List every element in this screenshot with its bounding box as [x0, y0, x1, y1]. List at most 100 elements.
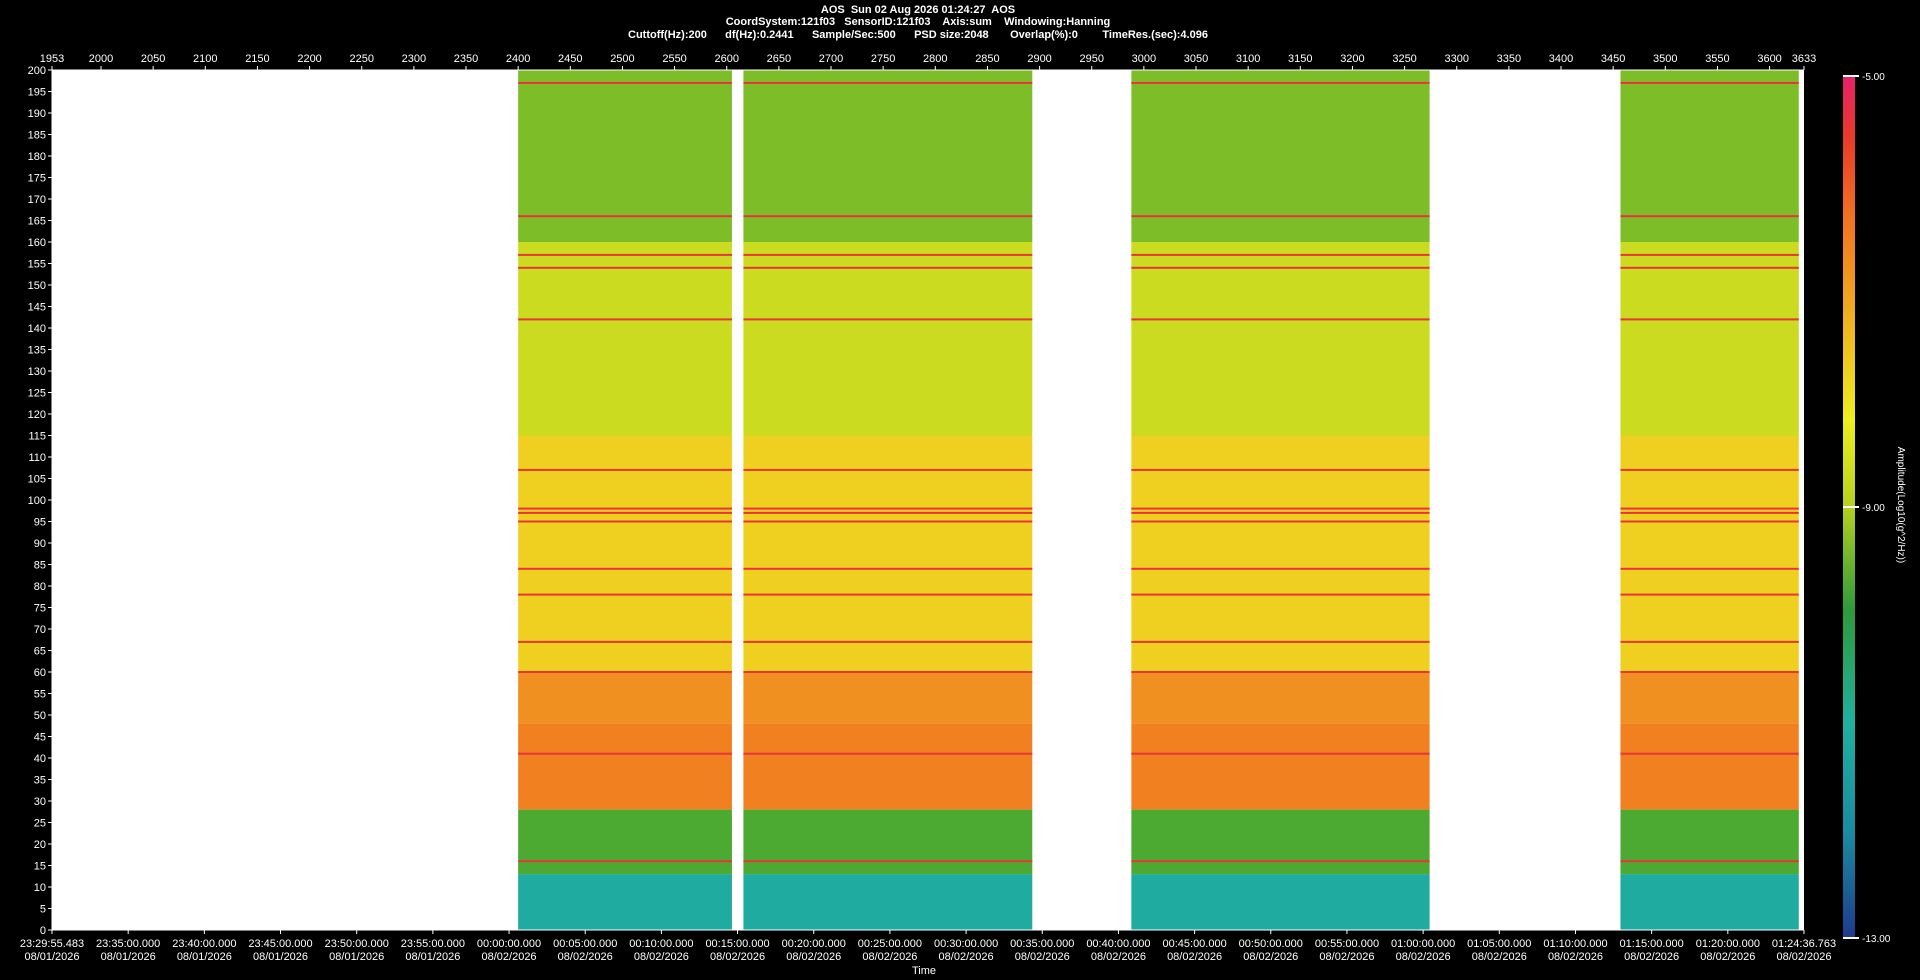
- spectral-line: [518, 593, 732, 596]
- y-tick-label: 185: [28, 130, 46, 142]
- y-tick-label: 90: [34, 538, 46, 550]
- time-tick-label: 00:55:00.000: [1315, 938, 1379, 950]
- spectral-band: [518, 809, 732, 875]
- y-tick-label: 80: [34, 581, 46, 593]
- y-tick-label: 160: [28, 237, 46, 249]
- top-tick-label: 2450: [558, 53, 582, 65]
- spectral-band: [1131, 874, 1430, 930]
- time-tick-label: 23:29:55.483: [20, 938, 84, 950]
- spectral-line: [743, 671, 1033, 673]
- spectral-line: [743, 468, 1033, 471]
- date-tick-label: 08/02/2026: [1776, 951, 1831, 963]
- data-segment: [743, 70, 1033, 930]
- spectral-line: [1620, 215, 1799, 218]
- time-tick-label: 00:30:00.000: [934, 938, 998, 950]
- spectral-band: [1131, 723, 1430, 810]
- y-tick-label: 25: [34, 818, 46, 830]
- y-tick-label: 105: [28, 474, 46, 486]
- spectral-line: [1620, 253, 1799, 256]
- top-tick-label: 3150: [1288, 53, 1312, 65]
- date-tick-label: 08/02/2026: [939, 951, 994, 963]
- date-tick-label: 08/02/2026: [1624, 951, 1679, 963]
- y-tick-label: 40: [34, 753, 46, 765]
- spectral-line: [1131, 567, 1430, 570]
- spectral-line: [1131, 640, 1430, 643]
- spectral-line: [1620, 593, 1799, 596]
- date-tick-label: 08/02/2026: [634, 951, 689, 963]
- top-tick-label: 2500: [610, 53, 634, 65]
- y-tick-label: 20: [34, 839, 46, 851]
- top-tick-label: 3000: [1132, 53, 1156, 65]
- spectral-line: [1620, 752, 1799, 755]
- y-tick-label: 115: [28, 431, 46, 443]
- time-tick-label: 23:50:00.000: [325, 938, 389, 950]
- y-tick-label: 165: [28, 216, 46, 228]
- spectral-line: [518, 520, 732, 523]
- spectral-line: [743, 593, 1033, 596]
- spectral-line: [1131, 468, 1430, 471]
- date-tick-label: 08/01/2026: [177, 951, 232, 963]
- spectral-line: [1620, 520, 1799, 523]
- top-tick-label: 2850: [975, 53, 999, 65]
- time-tick-label: 00:45:00.000: [1162, 938, 1226, 950]
- y-tick-label: 195: [28, 87, 46, 99]
- spectral-line: [743, 81, 1033, 84]
- spectral-line: [518, 511, 732, 514]
- y-tick-label: 180: [28, 151, 46, 163]
- top-tick-label: 3300: [1444, 53, 1468, 65]
- spectral-band: [1620, 672, 1799, 724]
- spectral-band: [518, 242, 732, 436]
- time-tick-label: 00:35:00.000: [1010, 938, 1074, 950]
- spectral-line: [1620, 266, 1799, 269]
- date-tick-label: 08/02/2026: [1091, 951, 1146, 963]
- y-tick-label: 30: [34, 796, 46, 808]
- spectral-line: [743, 520, 1033, 523]
- spectral-line: [743, 318, 1033, 321]
- top-tick-label: 2600: [714, 53, 738, 65]
- top-tick-label: 2750: [871, 53, 895, 65]
- y-tick-label: 15: [34, 861, 46, 873]
- spectral-band: [743, 809, 1033, 875]
- spectral-band: [518, 874, 732, 930]
- date-tick-label: 08/01/2026: [329, 951, 384, 963]
- spectral-line: [1131, 860, 1430, 863]
- data-segment: [518, 70, 732, 930]
- data-segment: [1131, 70, 1430, 930]
- date-tick-label: 08/02/2026: [1472, 951, 1527, 963]
- top-tick-label: 2550: [662, 53, 686, 65]
- time-tick-label: 23:45:00.000: [248, 938, 312, 950]
- spectral-line: [518, 567, 732, 570]
- spectral-band: [743, 723, 1033, 810]
- spectral-line: [743, 253, 1033, 256]
- spectral-line: [518, 507, 732, 510]
- spectral-line: [1620, 671, 1799, 673]
- y-axis: 2001951901851801751701651601551501451401…: [28, 65, 53, 937]
- spectral-line: [518, 81, 732, 84]
- top-tick-label: 3250: [1392, 53, 1416, 65]
- spectral-line: [1131, 266, 1430, 269]
- top-tick-label: 2350: [454, 53, 478, 65]
- y-tick-label: 65: [34, 646, 46, 658]
- spectral-line: [1620, 567, 1799, 570]
- y-tick-label: 50: [34, 710, 46, 722]
- time-tick-label: 00:15:00.000: [705, 938, 769, 950]
- time-tick-label: 00:25:00.000: [858, 938, 922, 950]
- y-tick-label: 140: [28, 323, 46, 335]
- date-tick-label: 08/02/2026: [710, 951, 765, 963]
- time-tick-label: 01:24:36.763: [1772, 938, 1836, 950]
- time-tick-label: 00:40:00.000: [1086, 938, 1150, 950]
- spectral-band: [1620, 242, 1799, 436]
- top-tick-label: 2800: [923, 53, 947, 65]
- y-tick-label: 125: [28, 388, 46, 400]
- spectral-line: [1131, 593, 1430, 596]
- y-tick-label: 55: [34, 689, 46, 701]
- y-tick-label: 5: [40, 904, 46, 916]
- spectral-line: [743, 507, 1033, 510]
- colorbar-tick-label: -13.00: [1862, 934, 1891, 945]
- spectral-line: [518, 215, 732, 218]
- time-tick-label: 01:15:00.000: [1620, 938, 1684, 950]
- top-tick-label: 3400: [1549, 53, 1573, 65]
- spectral-band: [1620, 809, 1799, 875]
- y-tick-label: 100: [28, 495, 46, 507]
- data-segment: [1620, 70, 1799, 930]
